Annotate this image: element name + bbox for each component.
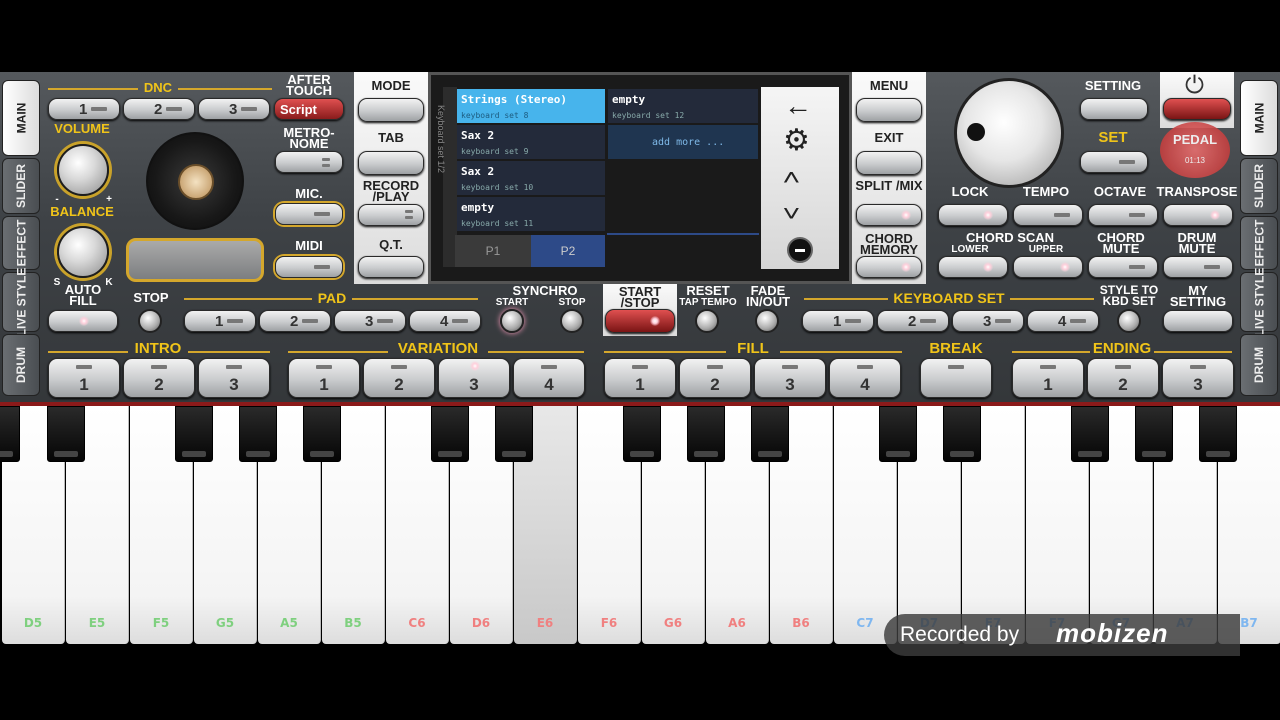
key-note-label: C6	[408, 616, 426, 630]
black-key[interactable]	[879, 406, 917, 462]
black-key[interactable]	[687, 406, 725, 462]
watermark-prefix: Recorded by	[900, 623, 1020, 646]
watermark-brand: mobizen	[1056, 618, 1169, 648]
key-note-label: B5	[344, 616, 362, 630]
black-key[interactable]	[623, 406, 661, 462]
black-key[interactable]	[1135, 406, 1173, 462]
black-key[interactable]	[431, 406, 469, 462]
black-key[interactable]	[1071, 406, 1109, 462]
piano-keyboard: D5E5F5G5A5B5C6D6E6F6G6A6B6C7D7E7F7G7A7B7	[0, 0, 1280, 720]
black-key[interactable]	[0, 406, 20, 462]
key-note-label: D6	[471, 616, 491, 630]
black-key[interactable]	[303, 406, 341, 462]
key-note-label: A6	[728, 616, 746, 630]
key-note-label: A5	[280, 616, 298, 630]
black-key[interactable]	[943, 406, 981, 462]
key-note-label: F5	[152, 616, 170, 630]
key-note-label: B6	[792, 616, 810, 630]
black-key[interactable]	[751, 406, 789, 462]
black-key[interactable]	[495, 406, 533, 462]
key-note-label: G5	[215, 616, 235, 630]
recorder-watermark: Recorded by mobizen	[884, 614, 1240, 656]
key-note-label: G6	[663, 616, 683, 630]
key-note-label: D5	[23, 616, 43, 630]
key-note-label: E6	[536, 616, 554, 630]
black-key[interactable]	[239, 406, 277, 462]
key-note-label: F6	[600, 616, 618, 630]
black-key[interactable]	[175, 406, 213, 462]
key-note-label: E5	[88, 616, 106, 630]
black-key[interactable]	[1199, 406, 1237, 462]
black-key[interactable]	[47, 406, 85, 462]
